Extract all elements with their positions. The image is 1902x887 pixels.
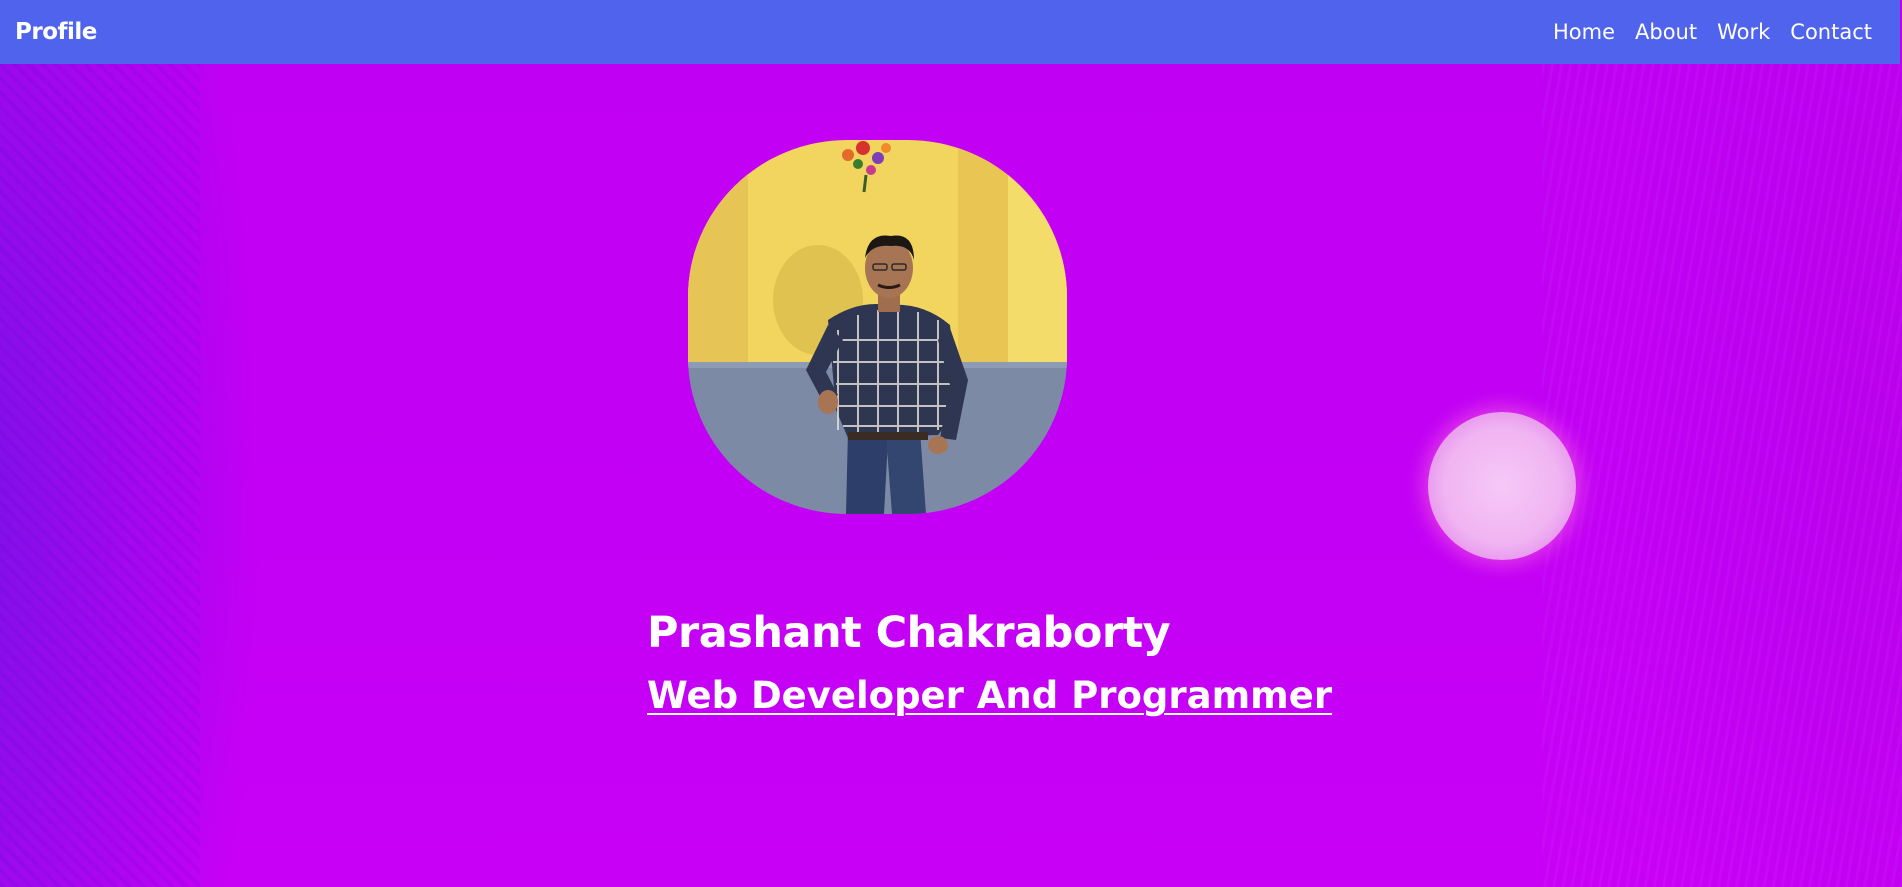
nav-link-work[interactable]: Work	[1717, 20, 1770, 44]
profile-photo	[688, 140, 1067, 514]
nav-links: Home About Work Contact	[1553, 20, 1872, 44]
profile-role[interactable]: Web Developer And Programmer	[647, 674, 1332, 717]
navbar: Profile Home About Work Contact	[0, 0, 1900, 64]
nav-link-contact[interactable]: Contact	[1790, 20, 1872, 44]
brand-logo-text[interactable]: Profile	[15, 19, 97, 45]
nav-link-home[interactable]: Home	[1553, 20, 1615, 44]
decorative-bubble	[1428, 412, 1576, 560]
background-pattern-left	[0, 64, 200, 887]
background-pattern-right	[1542, 64, 1902, 887]
nav-link-about[interactable]: About	[1635, 20, 1697, 44]
page: Profile Home About Work Contact Prashant…	[0, 0, 1902, 887]
profile-name: Prashant Chakraborty	[647, 608, 1171, 658]
